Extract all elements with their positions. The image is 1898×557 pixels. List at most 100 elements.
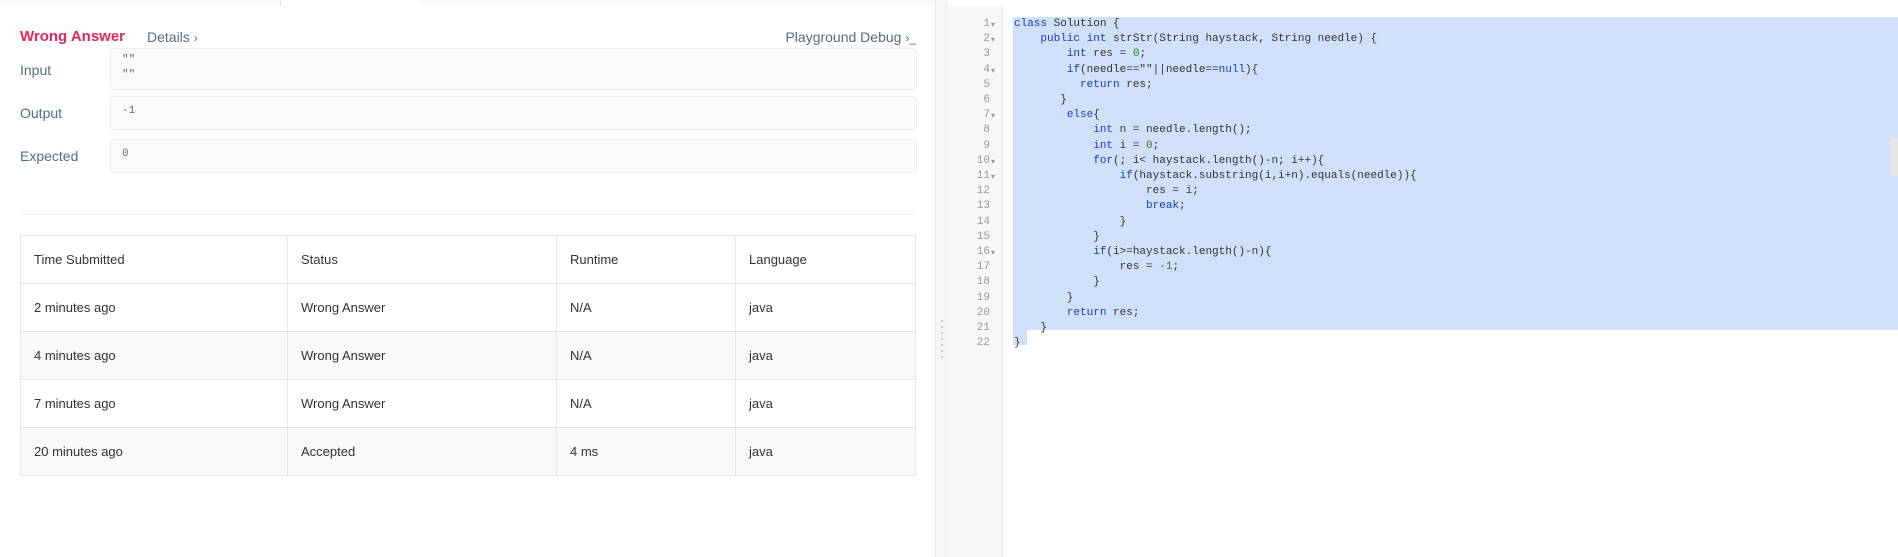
code-editor[interactable]: 1 ▾ 2 ▾ 3 4 ▾ 5 6 7 ▾ 8 9 10 ▾ 11 ▾ 12 13 14 15 16 ▾ 17 18 19 20 21… [948,0,1898,557]
table-row[interactable]: 2 minutes ago Wrong Answer N/A java [20,283,916,332]
table-row[interactable]: 4 minutes ago Wrong Answer N/A java [20,331,916,380]
line-number: 4 [983,63,990,76]
submission-time: 20 minutes ago [20,427,288,476]
playground-debug-label: Playground Debug [785,29,902,45]
code-line: int res = 0; [1066,48,1147,61]
line-number: 10 [976,154,990,167]
code-line: } [1014,230,1100,243]
column-header-runtime: Runtime [556,235,736,284]
submission-runtime: 4 ms [556,427,736,476]
output-label: Output [20,105,63,121]
line-number: 22 [976,337,990,350]
line-number: 17 [976,261,990,274]
input-label: Input [20,62,52,78]
line-number: 1 [983,18,990,30]
line-number: 2 [983,33,990,46]
section-divider [20,214,916,215]
fold-toggle-icon[interactable]: ▾ [991,154,995,169]
table-header-row: Time Submitted Status Runtime Language [20,235,916,284]
playground-debug-button[interactable]: Playground Debug ›_ [785,29,916,45]
expected-label: Expected [20,148,79,164]
splitter-grip-dot [941,320,943,322]
submission-language: java [735,427,916,476]
details-label: Details [147,29,190,45]
fold-toggle-icon[interactable]: ▾ [991,245,995,260]
splitter-grip-dot [941,344,943,346]
code-line: else{ [1066,109,1100,122]
code-line: for(; i< haystack.length()-n; i++){ [1093,154,1325,167]
input-value-box: "" "" [110,48,917,90]
submissions-table: Time Submitted Status Runtime Language 2… [20,235,916,476]
line-number: 20 [976,306,990,319]
code-line: int i = 0; [1093,139,1160,152]
submission-language: java [735,331,916,380]
submission-status[interactable]: Wrong Answer [287,331,557,380]
expected-value-box: 0 [110,139,917,173]
code-line: int n = needle.length(); [1093,124,1252,137]
chevron-right-icon: › [193,31,198,45]
fold-toggle-icon[interactable]: ▾ [991,169,995,184]
column-header-status: Status [287,235,557,284]
line-number: 9 [983,139,990,152]
submission-runtime: N/A [556,283,736,332]
column-header-language: Language [735,235,916,284]
code-line: } [1014,322,1048,334]
line-number: 21 [976,322,990,334]
submission-runtime: N/A [556,379,736,428]
submission-time: 4 minutes ago [20,331,288,380]
splitter-grip-dot [941,332,943,334]
splitter-grip-dot [941,350,943,352]
splitter-grip-dot [941,338,943,340]
line-number: 14 [976,215,990,228]
details-link[interactable]: Details › [147,29,198,45]
fold-toggle-icon[interactable]: ▾ [991,108,995,123]
code-line: public int strStr(String haystack, Strin… [1040,33,1378,46]
table-row[interactable]: 20 minutes ago Accepted 4 ms java [20,427,916,476]
result-panel: Wrong Answer Details › Playground Debug ›… [0,6,935,557]
line-number: 12 [976,185,990,198]
submission-status[interactable]: Wrong Answer [287,283,557,332]
code-line: res = i; [1014,185,1199,198]
code-line: if(needle==""||needle==null){ [1066,63,1259,76]
submission-time: 2 minutes ago [20,283,288,332]
input-line-1: "" [122,54,136,66]
fold-toggle-icon[interactable]: ▾ [991,32,995,47]
line-number: 16 [976,246,990,258]
verdict-label: Wrong Answer [20,28,126,45]
fold-toggle-icon[interactable]: ▾ [991,17,995,32]
code-line: class Solution { [1014,18,1120,30]
splitter-grip-dot [941,356,943,358]
submission-time: 7 minutes ago [20,379,288,428]
line-number: 13 [976,200,990,213]
line-number-gutter: 1 ▾ 2 ▾ 3 4 ▾ 5 6 7 ▾ 8 9 10 ▾ 11 ▾ 12 13 14 15 16 ▾ 17 18 19 20 21… [948,6,1003,557]
line-number: 7 [983,109,990,122]
code-line: } [1014,94,1067,106]
code-line: return res; [1066,306,1140,319]
fold-toggle-icon[interactable]: ▾ [991,63,995,78]
line-number: 19 [976,291,990,304]
line-number: 18 [976,276,990,289]
code-line: res = -1; [1014,261,1180,274]
editor-scrollbar-thumb[interactable] [1890,138,1898,176]
panel-splitter[interactable] [935,0,949,557]
line-number: 6 [983,94,990,106]
code-line: } [1014,291,1074,304]
splitter-grip-dot [941,326,943,328]
output-value-box: -1 [110,96,917,130]
code-line: } [1014,337,1021,350]
table-row[interactable]: 7 minutes ago Wrong Answer N/A java [20,379,916,428]
submission-status[interactable]: Wrong Answer [287,379,557,428]
submission-runtime: N/A [556,331,736,380]
code-line: if(haystack.substring(i,i+n).equals(need… [1119,170,1417,182]
result-header: Wrong Answer Details › Playground Debug ›… [20,28,916,50]
code-line: if(i>=haystack.length()-n){ [1093,246,1272,258]
line-number: 11 [976,170,990,182]
submission-language: java [735,379,916,428]
submission-status[interactable]: Accepted [287,427,557,476]
output-value: -1 [122,105,136,117]
input-line-2: "" [122,69,136,81]
expected-value: 0 [122,148,129,160]
code-line: return res; [1080,78,1153,91]
terminal-icon: ›_ [905,31,916,45]
column-header-time: Time Submitted [20,235,288,284]
